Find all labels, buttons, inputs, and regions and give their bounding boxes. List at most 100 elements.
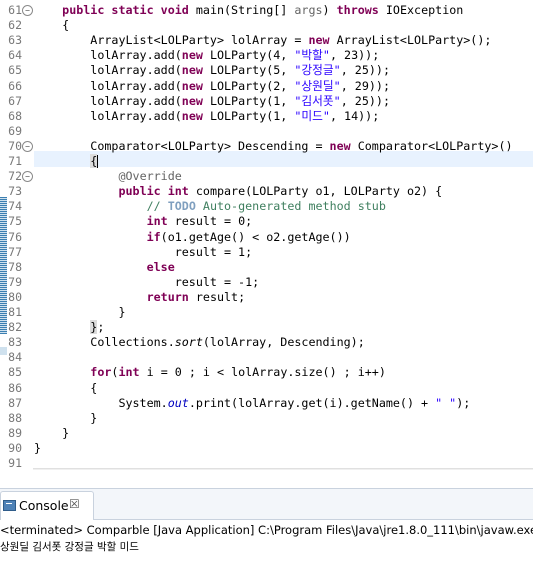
code-text: result = 1; bbox=[34, 244, 253, 259]
code-text: ArrayList<LOLParty> lolArray = new Array… bbox=[34, 33, 492, 48]
line-number: 83 bbox=[8, 335, 22, 350]
code-line[interactable]: 81 } bbox=[0, 305, 533, 320]
code-text: Collections.sort(lolArray, Descending); bbox=[34, 335, 365, 350]
line-number: 75 bbox=[8, 214, 22, 229]
console-view: Console ☒ <terminated> Comparble [Java A… bbox=[0, 488, 533, 561]
code-line[interactable]: 72− @Override bbox=[0, 169, 533, 184]
code-editor[interactable]: 61− public static void main(String[] arg… bbox=[0, 0, 533, 470]
fold-toggle-icon[interactable]: − bbox=[22, 140, 33, 152]
code-text: { bbox=[34, 380, 98, 395]
code-line[interactable]: 71 { bbox=[0, 154, 533, 169]
code-line[interactable]: 63 ArrayList<LOLParty> lolArray = new Ar… bbox=[0, 33, 533, 48]
code-line[interactable]: 74 // TODO Auto-generated method stub bbox=[0, 199, 533, 214]
line-number: 73 bbox=[8, 184, 22, 199]
code-line[interactable]: 65 lolArray.add(new LOLParty(5, "강정글", 2… bbox=[0, 63, 533, 78]
code-line[interactable]: 75 int result = 0; bbox=[0, 214, 533, 229]
code-text: for(int i = 0 ; i < lolArray.size() ; i+… bbox=[90, 365, 386, 380]
code-text: return result; bbox=[146, 289, 246, 304]
fold-toggle-icon[interactable]: − bbox=[22, 5, 33, 16]
code-line[interactable]: 66 lolArray.add(new LOLParty(2, "상원딜", 2… bbox=[0, 79, 533, 94]
line-number: 77 bbox=[8, 244, 22, 259]
console-tabbar: Console ☒ bbox=[0, 489, 533, 520]
line-number: 78 bbox=[8, 259, 22, 274]
line-number: 90 bbox=[8, 440, 22, 455]
code-line[interactable]: 78 else bbox=[0, 260, 533, 275]
code-line[interactable]: 86 { bbox=[0, 381, 533, 396]
code-text: lolArray.add(new LOLParty(1, "미드", 14)); bbox=[34, 108, 380, 123]
code-text: } bbox=[34, 425, 70, 440]
line-number: 71 bbox=[8, 154, 22, 168]
code-text: { bbox=[34, 18, 70, 33]
code-text: lolArray.add(new LOLParty(1, "김서폿", 25))… bbox=[34, 93, 390, 108]
fold-toggle-icon[interactable]: − bbox=[22, 171, 33, 183]
line-number: 63 bbox=[8, 33, 22, 48]
tab-console[interactable]: Console ☒ bbox=[0, 491, 94, 520]
code-text: // TODO Auto-generated method stub bbox=[146, 199, 386, 214]
line-number: 72 bbox=[8, 169, 22, 184]
code-text: System.out.print(lolArray.get(i).getName… bbox=[34, 395, 471, 410]
line-number: 79 bbox=[8, 274, 22, 289]
code-line[interactable]: 76 if(o1.getAge() < o2.getAge()) bbox=[0, 230, 533, 245]
code-line[interactable]: 90} bbox=[0, 441, 533, 456]
code-text: @Override bbox=[118, 169, 182, 184]
line-number: 65 bbox=[8, 63, 22, 78]
console-status: <terminated> Comparble [Java Application… bbox=[0, 523, 533, 537]
code-line[interactable]: 89 } bbox=[0, 426, 533, 441]
line-number: 89 bbox=[8, 425, 22, 440]
code-text: if(o1.getAge() < o2.getAge()) bbox=[146, 229, 351, 244]
line-number: 91 bbox=[8, 456, 22, 470]
code-text: int result = 0; bbox=[146, 214, 253, 229]
code-line[interactable]: 67 lolArray.add(new LOLParty(1, "김서폿", 2… bbox=[0, 94, 533, 109]
code-line[interactable]: 70− Comparator<LOLParty> Descending = ne… bbox=[0, 139, 533, 154]
line-number: 76 bbox=[8, 229, 22, 244]
code-text: lolArray.add(new LOLParty(2, "상원딜", 29))… bbox=[34, 78, 390, 93]
scroll-left-icon[interactable]: < bbox=[35, 469, 41, 470]
code-line[interactable]: 85 for(int i = 0 ; i < lolArray.size() ;… bbox=[0, 365, 533, 380]
code-text: public static void main(String[] args) t… bbox=[62, 3, 464, 17]
line-number: 84 bbox=[8, 350, 22, 365]
code-line[interactable]: 61− public static void main(String[] arg… bbox=[0, 3, 533, 18]
line-number: 85 bbox=[8, 365, 22, 380]
code-line[interactable]: 88 } bbox=[0, 411, 533, 426]
line-number: 64 bbox=[8, 48, 22, 63]
line-number: 87 bbox=[8, 395, 22, 410]
horizontal-scrollbar[interactable]: < bbox=[33, 468, 533, 470]
code-text: else bbox=[146, 259, 175, 274]
code-line[interactable]: 69 bbox=[0, 124, 533, 139]
line-number: 82 bbox=[8, 320, 22, 335]
code-line[interactable]: 68 lolArray.add(new LOLParty(1, "미드", 14… bbox=[0, 109, 533, 124]
code-text: result = -1; bbox=[34, 274, 260, 289]
code-text: lolArray.add(new LOLParty(4, "박할", 23)); bbox=[34, 48, 380, 63]
code-text: { bbox=[90, 154, 99, 168]
code-text: lolArray.add(new LOLParty(5, "강정글", 25))… bbox=[34, 63, 390, 78]
code-line[interactable]: 84 bbox=[0, 350, 533, 365]
line-number: 81 bbox=[8, 305, 22, 319]
line-number: 68 bbox=[8, 108, 22, 123]
code-line[interactable]: 80 return result; bbox=[0, 290, 533, 305]
line-number: 66 bbox=[8, 78, 22, 93]
line-number: 62 bbox=[8, 18, 22, 33]
close-icon[interactable]: ☒ bbox=[69, 497, 80, 511]
console-icon bbox=[3, 500, 16, 511]
line-number: 61 bbox=[8, 3, 22, 17]
code-text: } bbox=[34, 410, 98, 425]
line-number: 67 bbox=[8, 93, 22, 108]
line-number: 86 bbox=[8, 380, 22, 395]
line-number: 69 bbox=[8, 123, 22, 138]
line-number: 88 bbox=[8, 410, 22, 425]
console-tab-label: Console bbox=[19, 498, 69, 513]
code-line[interactable]: 62 { bbox=[0, 18, 533, 33]
code-line[interactable]: 73 public int compare(LOLParty o1, LOLPa… bbox=[0, 184, 533, 199]
code-line[interactable]: 77 result = 1; bbox=[0, 245, 533, 260]
code-text: Comparator<LOLParty> Descending = new Co… bbox=[34, 138, 513, 153]
code-line[interactable]: 64 lolArray.add(new LOLParty(4, "박할", 23… bbox=[0, 48, 533, 63]
code-text: } bbox=[34, 440, 42, 455]
line-number: 74 bbox=[8, 199, 22, 214]
code-line[interactable]: 87 System.out.print(lolArray.get(i).getN… bbox=[0, 396, 533, 411]
code-line[interactable]: 83 Collections.sort(lolArray, Descending… bbox=[0, 335, 533, 350]
code-text: public int compare(LOLParty o1, LOLParty… bbox=[118, 184, 443, 199]
code-line[interactable]: 82 }; bbox=[0, 320, 533, 335]
code-line[interactable]: 79 result = -1; bbox=[0, 275, 533, 290]
line-number: 70 bbox=[8, 138, 22, 153]
code-text: }; bbox=[90, 320, 105, 335]
